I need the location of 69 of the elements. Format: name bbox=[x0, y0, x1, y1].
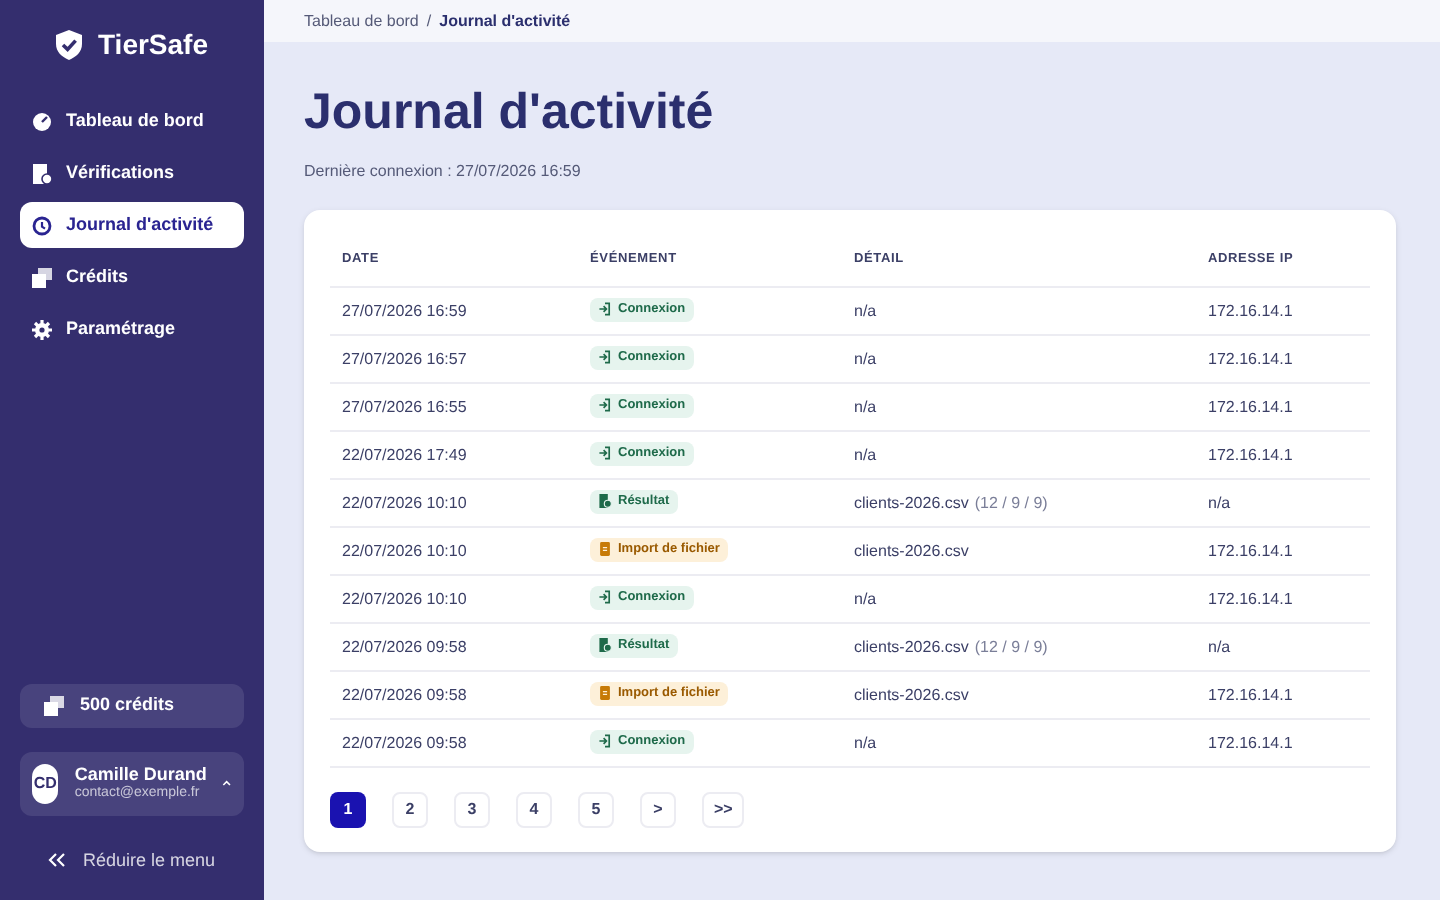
nav-item[interactable]: Vérifications bbox=[20, 150, 244, 196]
nav-item[interactable]: Paramétrage bbox=[20, 306, 244, 352]
shield-icon bbox=[56, 30, 82, 60]
page-button[interactable]: 5 bbox=[578, 792, 614, 828]
nav-item[interactable]: Tableau de bord bbox=[20, 98, 244, 144]
detail-counts: (12 / 9 / 9) bbox=[974, 637, 1048, 655]
settings-icon bbox=[32, 319, 52, 339]
page-button[interactable]: 3 bbox=[454, 792, 490, 828]
date-cell: 22/07/2026 10:10 bbox=[342, 589, 467, 607]
ip-cell: 172.16.14.1 bbox=[1208, 301, 1293, 319]
collapse-menu-button[interactable]: Réduire le menu bbox=[0, 847, 264, 874]
detail-cell: clients-2026.csv bbox=[854, 685, 969, 703]
detail-cell: clients-2026.csv bbox=[854, 493, 969, 511]
sign-in-icon bbox=[598, 734, 612, 749]
credits-badge[interactable]: 500 crédits bbox=[20, 683, 244, 727]
history-icon bbox=[32, 215, 52, 235]
ip-cell: n/a bbox=[1208, 493, 1231, 511]
page-button[interactable]: 1 bbox=[330, 792, 366, 828]
detail-cell: n/a bbox=[854, 445, 877, 463]
sign-in-icon bbox=[598, 302, 612, 317]
date-cell: 27/07/2026 16:59 bbox=[342, 301, 467, 319]
ip-cell: 172.16.14.1 bbox=[1208, 349, 1293, 367]
file-icon bbox=[598, 542, 612, 557]
user-avatar: CD bbox=[32, 763, 59, 803]
date-cell: 22/07/2026 10:10 bbox=[342, 493, 467, 511]
brand-name: TierSafe bbox=[98, 26, 208, 64]
detail-counts: (12 / 9 / 9) bbox=[974, 493, 1048, 511]
date-cell: 22/07/2026 09:58 bbox=[342, 637, 467, 655]
page-button[interactable]: > bbox=[640, 792, 676, 828]
user-name: Camille Durand bbox=[74, 763, 207, 785]
detail-cell: n/a bbox=[854, 397, 877, 415]
detail-cell: n/a bbox=[854, 589, 877, 607]
page-button[interactable]: 4 bbox=[516, 792, 552, 828]
date-cell: 27/07/2026 16:55 bbox=[342, 397, 467, 415]
ip-cell: 172.16.14.1 bbox=[1208, 445, 1293, 463]
page-title: Journal d'activité bbox=[304, 82, 716, 144]
last-login-text: Dernière connexion : 27/07/2026 16:59 bbox=[304, 160, 583, 185]
detail-cell: n/a bbox=[854, 349, 877, 367]
breadcrumb-separator: / bbox=[426, 9, 432, 33]
chevron-up-icon bbox=[222, 778, 232, 788]
detail-cell: clients-2026.csv bbox=[854, 637, 969, 655]
date-cell: 27/07/2026 16:57 bbox=[342, 349, 467, 367]
double-chevron-left-icon bbox=[48, 852, 67, 869]
breadcrumb-current: Journal d'activité bbox=[439, 9, 571, 33]
date-cell: 22/07/2026 09:58 bbox=[342, 733, 467, 751]
ip-cell: 172.16.14.1 bbox=[1208, 397, 1293, 415]
sign-in-icon bbox=[598, 590, 612, 605]
date-cell: 22/07/2026 17:49 bbox=[342, 445, 467, 463]
sign-in-icon bbox=[598, 398, 612, 413]
nav-item[interactable]: Crédits bbox=[20, 254, 244, 300]
credits-label: 500 crédits bbox=[80, 691, 175, 718]
detail-cell: n/a bbox=[854, 733, 877, 751]
ip-cell: 172.16.14.1 bbox=[1208, 589, 1293, 607]
detail-cell: clients-2026.csv bbox=[854, 541, 969, 559]
sign-in-icon bbox=[598, 350, 612, 365]
detail-cell: n/a bbox=[854, 301, 877, 319]
page-button[interactable]: 2 bbox=[392, 792, 428, 828]
ip-cell: 172.16.14.1 bbox=[1208, 685, 1293, 703]
ip-cell: 172.16.14.1 bbox=[1208, 733, 1293, 751]
date-cell: 22/07/2026 10:10 bbox=[342, 541, 467, 559]
date-cell: 22/07/2026 09:58 bbox=[342, 685, 467, 703]
ip-cell: n/a bbox=[1208, 637, 1231, 655]
ip-cell: 172.16.14.1 bbox=[1208, 541, 1293, 559]
file-icon bbox=[598, 686, 612, 701]
page-button[interactable]: >> bbox=[702, 792, 745, 828]
gauge-icon bbox=[32, 111, 52, 131]
nav-item[interactable]: Journal d'activité bbox=[20, 202, 244, 248]
breadcrumb-link[interactable]: Tableau de bord bbox=[304, 9, 419, 33]
sign-in-icon bbox=[598, 446, 612, 461]
